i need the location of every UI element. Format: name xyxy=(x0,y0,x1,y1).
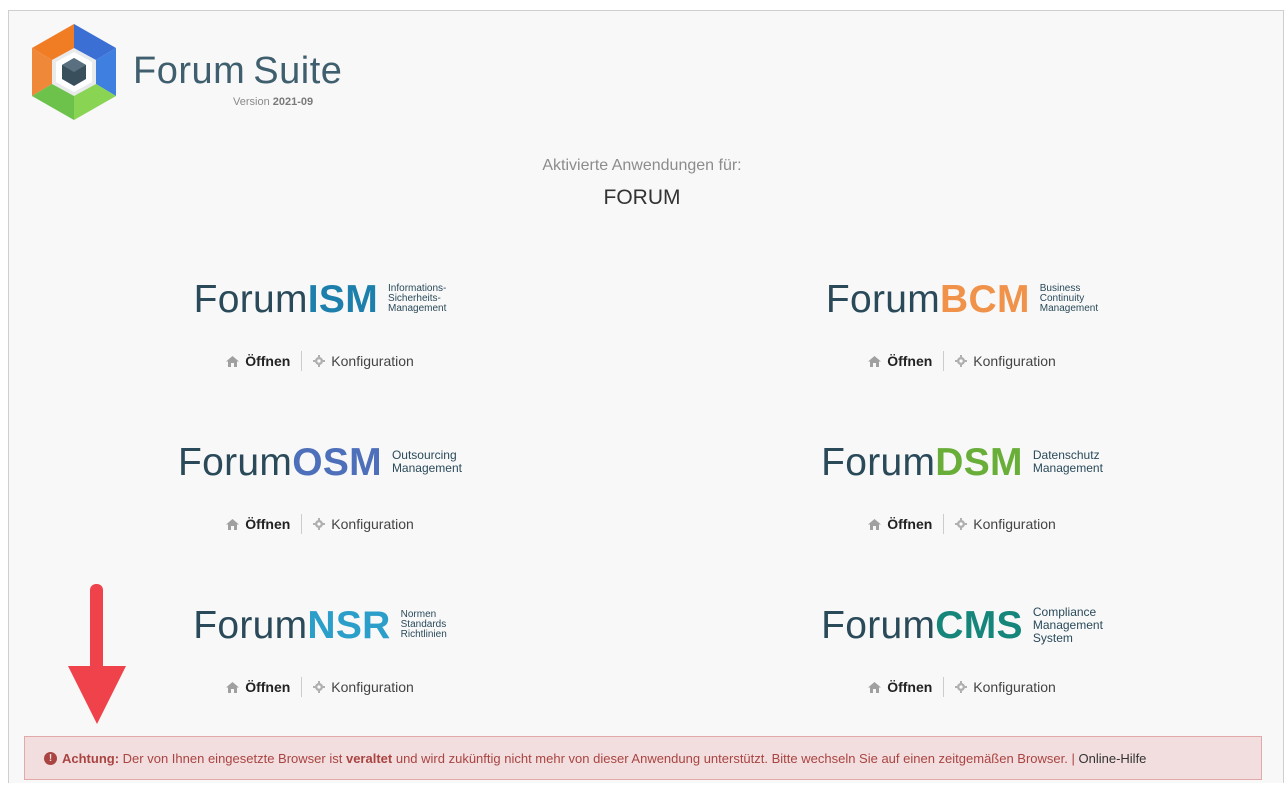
action-separator xyxy=(943,514,945,534)
app-logo-osm[interactable]: ForumOSM Outsourcing Management xyxy=(40,437,600,487)
activated-apps-heading: Aktivierte Anwendungen für: xyxy=(542,157,742,174)
home-icon xyxy=(868,681,882,693)
action-separator xyxy=(943,351,945,371)
browser-warning-alert: ! Achtung: Der von Ihnen eingesetzte Bro… xyxy=(24,736,1262,780)
red-arrow-icon xyxy=(68,584,126,724)
config-link-dsm[interactable]: Konfiguration xyxy=(955,516,1056,532)
page-frame xyxy=(8,10,1284,783)
action-separator xyxy=(301,514,303,534)
open-link-dsm[interactable]: Öffnen xyxy=(868,516,932,532)
app-logo-dsm[interactable]: ForumDSM Datenschutz Management xyxy=(682,437,1242,487)
home-icon xyxy=(868,355,882,367)
version-label: Version 2021-09 xyxy=(233,96,314,108)
app-logo-cms[interactable]: ForumCMS Compliance Management System xyxy=(682,600,1242,650)
gear-icon xyxy=(313,681,326,693)
action-separator xyxy=(301,677,303,697)
app-logo-bcm[interactable]: ForumBCM Business Continuity Management xyxy=(682,274,1242,324)
config-link-cms[interactable]: Konfiguration xyxy=(955,679,1056,695)
online-help-link[interactable]: Online-Hilfe xyxy=(1079,751,1147,766)
gear-icon xyxy=(313,518,326,530)
app-logo-ism[interactable]: ForumISM Informations- Sicherheits- Manage… xyxy=(40,274,600,324)
gear-icon xyxy=(955,681,968,693)
open-link-bcm[interactable]: Öffnen xyxy=(868,353,932,369)
config-link-nsr[interactable]: Konfiguration xyxy=(313,679,414,695)
open-link-nsr[interactable]: Öffnen xyxy=(226,679,290,695)
home-icon xyxy=(226,681,240,693)
config-link-osm[interactable]: Konfiguration xyxy=(313,516,414,532)
brand-title: Forum Suite xyxy=(133,50,343,92)
home-icon xyxy=(868,518,882,530)
action-separator xyxy=(301,351,303,371)
exclamation-icon: ! xyxy=(44,751,57,765)
open-link-ism[interactable]: Öffnen xyxy=(226,353,290,369)
gear-icon xyxy=(313,355,326,367)
home-icon xyxy=(226,355,240,367)
config-link-ism[interactable]: Konfiguration xyxy=(313,353,414,369)
action-separator xyxy=(943,677,945,697)
home-icon xyxy=(226,518,240,530)
gear-icon xyxy=(955,518,968,530)
open-link-osm[interactable]: Öffnen xyxy=(226,516,290,532)
tenant-name: FORUM xyxy=(603,186,681,209)
gear-icon xyxy=(955,355,968,367)
config-link-bcm[interactable]: Konfiguration xyxy=(955,353,1056,369)
forumsuite-logo-icon xyxy=(32,24,116,120)
open-link-cms[interactable]: Öffnen xyxy=(868,679,932,695)
